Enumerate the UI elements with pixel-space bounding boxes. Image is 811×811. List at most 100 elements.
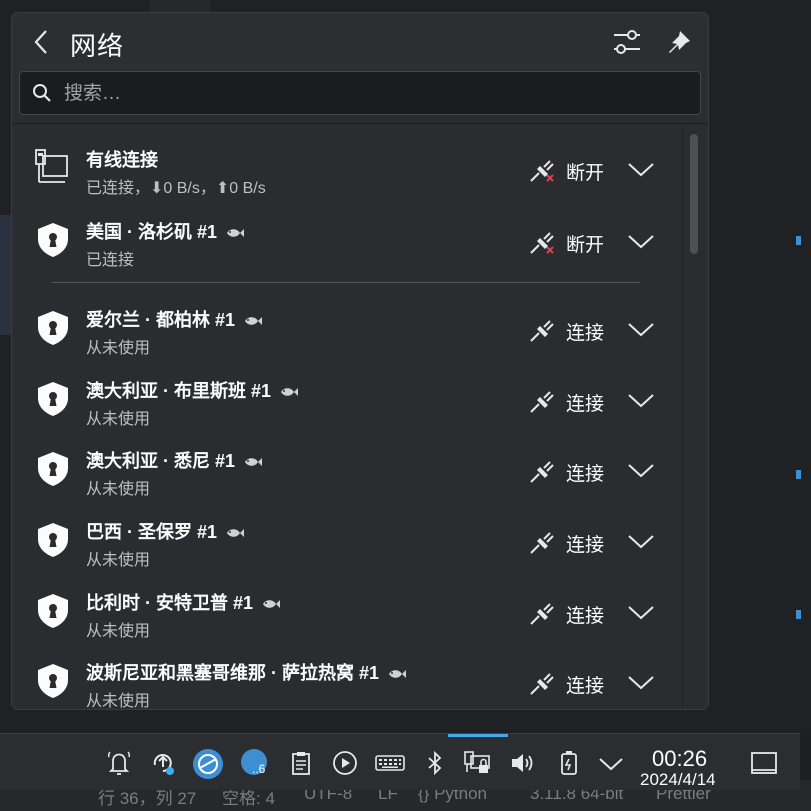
back-button[interactable] xyxy=(28,27,56,57)
connection-name: 爱尔兰 · 都柏林 #1 xyxy=(86,306,263,332)
connection-row[interactable]: 澳大利亚 · 布里斯班 #1 从未使用 连接 xyxy=(12,365,680,435)
connection-row[interactable]: 美国 · 洛杉矶 #1 已连接 断开 xyxy=(12,206,680,276)
expand-button[interactable] xyxy=(626,667,656,697)
network-popup: 网络 有线连接已连接，⬇0 B/s，⬆0 B/s断开美国 · 洛杉矶 #1已连接… xyxy=(12,13,708,709)
expand-button[interactable] xyxy=(626,226,656,256)
clipboard-icon xyxy=(292,752,310,775)
bluetooth-button[interactable] xyxy=(420,748,450,778)
disconnect-button[interactable]: 断开 xyxy=(528,224,628,260)
search-box[interactable] xyxy=(19,71,701,115)
disconnect-plug-icon xyxy=(528,156,558,184)
connection-row[interactable]: 比利时 · 安特卫普 #1 从未使用 连接 xyxy=(12,577,680,647)
clipboard-button[interactable] xyxy=(286,748,316,778)
connect-button[interactable]: 连接 xyxy=(528,453,628,489)
configure-button[interactable] xyxy=(610,27,644,57)
vpn-shield-icon xyxy=(32,379,74,419)
connect-plug-icon xyxy=(528,457,558,485)
vpn-shield-icon xyxy=(32,520,74,560)
expand-button[interactable] xyxy=(626,597,656,627)
connection-name: 澳大利亚 · 悉尼 #1 xyxy=(86,447,263,473)
disconnect-button[interactable]: 断开 xyxy=(528,152,628,188)
expand-button[interactable] xyxy=(626,455,656,485)
volume-icon xyxy=(512,754,533,772)
media-player-button[interactable] xyxy=(330,748,360,778)
network-tray-button[interactable] xyxy=(462,748,492,778)
connection-name-text: 美国 · 洛杉矶 #1 xyxy=(86,222,218,242)
chat-tray-button[interactable]: ..6 xyxy=(240,748,270,778)
pin-icon xyxy=(669,31,690,53)
connection-name-text: 澳大利亚 · 布里斯班 #1 xyxy=(86,381,272,401)
chevron-down-icon xyxy=(628,323,654,337)
fish-icon xyxy=(261,597,281,611)
updates-button[interactable] xyxy=(148,748,178,778)
kde-connect-button[interactable] xyxy=(192,748,223,779)
expand-button[interactable] xyxy=(626,314,656,344)
connection-name-text: 比利时 · 安特卫普 #1 xyxy=(86,593,254,613)
taskbar: ..6 00:26 2024/4/14 xyxy=(0,733,800,790)
chevron-down-icon xyxy=(628,163,654,177)
fish-icon xyxy=(243,455,263,469)
action-label: 连接 xyxy=(566,464,605,485)
clock-time[interactable]: 00:26 xyxy=(652,746,707,772)
connection-name-text: 波斯尼亚和黑塞哥维那 · 萨拉热窝 #1 xyxy=(86,663,380,683)
expand-button[interactable] xyxy=(626,154,656,184)
show-hidden-icons-button[interactable] xyxy=(596,748,626,778)
fish-icon xyxy=(243,314,263,328)
connection-name-text: 爱尔兰 · 都柏林 #1 xyxy=(86,310,236,330)
bluetooth-icon xyxy=(428,750,442,776)
keyboard-layout-button[interactable] xyxy=(374,748,406,778)
wired-network-icon xyxy=(32,148,74,188)
chevron-down-icon xyxy=(628,235,654,249)
action-label: 连接 xyxy=(566,323,605,344)
connect-plug-icon xyxy=(528,599,558,627)
disconnect-plug-icon xyxy=(528,228,558,256)
pin-button[interactable] xyxy=(664,27,694,57)
connection-row[interactable]: 波斯尼亚和黑塞哥维那 · 萨拉热窝 #1 从未使用 连接 xyxy=(12,647,680,709)
connect-plug-icon xyxy=(528,669,558,697)
connect-button[interactable]: 连接 xyxy=(528,595,628,631)
power-button[interactable] xyxy=(554,748,584,778)
connection-row[interactable]: 爱尔兰 · 都柏林 #1 从未使用 连接 xyxy=(12,294,680,364)
popup-header: 网络 xyxy=(12,13,708,73)
connection-row[interactable]: 有线连接 已连接，⬇0 B/s，⬆0 B/s 断开 xyxy=(12,134,680,204)
chevron-down-icon xyxy=(628,606,654,620)
notifications-button[interactable] xyxy=(104,748,134,778)
chevron-down-icon xyxy=(628,394,654,408)
chevron-down-icon xyxy=(628,535,654,549)
connection-name-text: 巴西 · 圣保罗 #1 xyxy=(86,522,218,542)
show-desktop-icon xyxy=(751,752,777,774)
connection-name: 波斯尼亚和黑塞哥维那 · 萨拉热窝 #1 xyxy=(86,659,407,685)
fish-icon xyxy=(387,667,407,681)
connect-button[interactable]: 连接 xyxy=(528,524,628,560)
show-desktop-button[interactable] xyxy=(748,748,780,778)
expand-button[interactable] xyxy=(626,385,656,415)
active-indicator xyxy=(448,734,508,737)
connection-row[interactable]: 澳大利亚 · 悉尼 #1 从未使用 连接 xyxy=(12,435,680,505)
connection-row[interactable]: 巴西 · 圣保罗 #1 从未使用 连接 xyxy=(12,506,680,576)
connect-button[interactable]: 连接 xyxy=(528,312,628,348)
action-label: 连接 xyxy=(566,394,605,415)
action-label: 连接 xyxy=(566,606,605,627)
notification-bell-icon xyxy=(107,751,131,775)
connection-name: 巴西 · 圣保罗 #1 xyxy=(86,518,245,544)
action-label: 断开 xyxy=(566,163,605,184)
expand-button[interactable] xyxy=(626,526,656,556)
vpn-shield-icon xyxy=(32,220,74,260)
search-icon xyxy=(33,84,51,102)
search-input[interactable] xyxy=(62,78,666,110)
network-tray-icon xyxy=(464,751,490,773)
connect-button[interactable]: 连接 xyxy=(528,383,628,419)
scrollbar-thumb[interactable] xyxy=(690,134,698,254)
clock-date[interactable]: 2024/4/14 xyxy=(640,770,716,790)
connect-button[interactable]: 连接 xyxy=(528,665,628,701)
list-divider xyxy=(52,282,640,283)
connect-plug-icon xyxy=(528,316,558,344)
settings-sliders-icon xyxy=(614,30,640,54)
connect-plug-icon xyxy=(528,387,558,415)
background-marker xyxy=(796,470,801,479)
vpn-shield-icon xyxy=(32,661,74,701)
volume-button[interactable] xyxy=(508,748,538,778)
action-label: 连接 xyxy=(566,676,605,697)
connection-name: 比利时 · 安特卫普 #1 xyxy=(86,589,281,615)
connection-name: 美国 · 洛杉矶 #1 xyxy=(86,218,245,244)
